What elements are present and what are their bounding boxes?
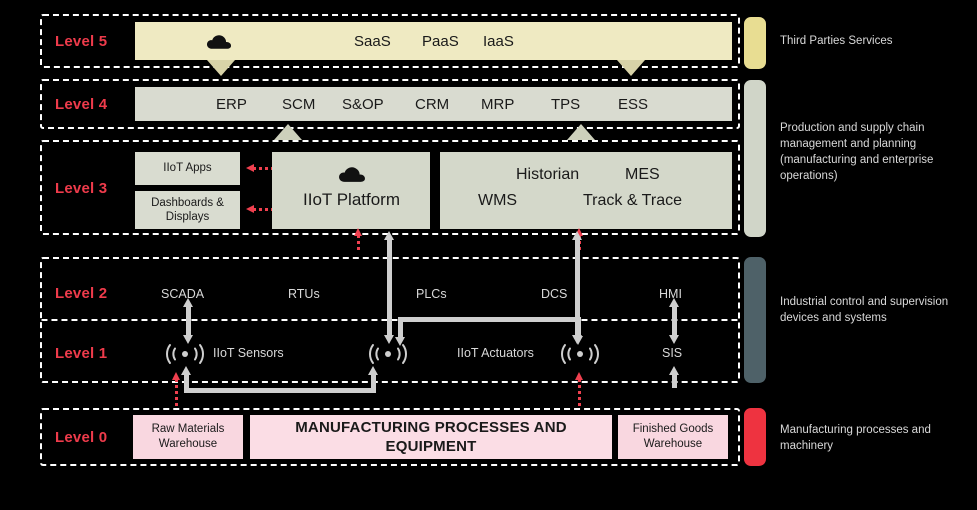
legend-swatch-third-parties: [744, 17, 766, 69]
legend-text-third-parties: Third Parties Services: [780, 35, 893, 47]
level1-item-iiot-sensors: IIoT Sensors: [213, 346, 284, 360]
level3-dashboards-box[interactable]: Dashboards & Displays: [135, 191, 240, 229]
bus2-arrow-up-left: [181, 366, 192, 382]
level3-item-historian: Historian: [516, 166, 580, 183]
level2-label: Level 2: [55, 285, 108, 302]
level4-item-tps: TPS: [551, 96, 581, 113]
legend-swatch-production: [744, 80, 766, 237]
bus-arrow-down-right: [573, 317, 584, 345]
level3-item-track-trace: Track & Trace: [583, 192, 682, 209]
legend-text-industrial-control: Industrial control and supervision devic…: [780, 296, 949, 324]
bus2-arrow-up-right: [368, 366, 379, 382]
legend-text-manufacturing: Manufacturing processes and machinery: [780, 424, 931, 452]
level4-item-ess: ESS: [618, 96, 649, 113]
flow-triangle-l4-left: [274, 124, 302, 140]
bus-segment-horizontal: [398, 317, 578, 322]
level4-item-scm: SCM: [282, 96, 316, 113]
cloud-icon-level5: [206, 35, 232, 49]
level4-item-mrp: MRP: [481, 96, 515, 113]
level1-label: Level 1: [55, 345, 108, 362]
flow-triangle-l4-right: [567, 124, 595, 140]
level0-label: Level 0: [55, 429, 108, 446]
level2-item-dcs: DCS: [541, 287, 568, 301]
flow-arrow-l0-to-l1-left: [172, 372, 181, 408]
level3-item-wms: WMS: [478, 192, 518, 209]
link-sis-down: [669, 366, 680, 388]
link-platform-sensors: [384, 231, 395, 344]
level0-manufacturing-box[interactable]: MANUFACTURING PROCESSES AND EQUIPMENT: [250, 415, 612, 459]
legend-text-production: Production and supply chain management a…: [780, 122, 934, 182]
level3-iiot-apps-box[interactable]: IIoT Apps: [135, 152, 240, 185]
level3-label: Level 3: [55, 180, 108, 197]
level3-platform-label: IIoT Platform: [303, 190, 400, 209]
level0-raw-materials-box[interactable]: Raw Materials Warehouse: [133, 415, 243, 459]
level5-item-paas: PaaS: [422, 33, 459, 50]
level5-label: Level 5: [55, 33, 108, 50]
level4-label: Level 4: [55, 96, 108, 113]
level2-item-rtus: RTUs: [288, 287, 320, 301]
level4-item-crm: CRM: [415, 96, 450, 113]
flow-triangle-l5-left: [207, 60, 235, 76]
level0-finished-goods-box[interactable]: Finished Goods Warehouse: [618, 415, 728, 459]
level1-item-iiot-actuators: IIoT Actuators: [457, 346, 534, 360]
diagram-canvas: Level 5 SaaS PaaS IaaS Level 4 ERP SCM S…: [0, 0, 977, 510]
link-scada-sensors: [183, 298, 194, 344]
level4-item-sop: S&OP: [342, 96, 384, 113]
level3-operations-box[interactable]: [440, 152, 732, 229]
wireless-signal-icon-1: [166, 344, 204, 364]
flow-arrow-l2-to-l3-left: [354, 228, 363, 252]
level5-item-iaas: IaaS: [483, 33, 514, 50]
flow-triangle-l5-right: [617, 60, 645, 76]
legend-swatch-manufacturing: [744, 408, 766, 466]
level2-item-plcs: PLCs: [416, 287, 447, 301]
bus-arrow-down-left: [395, 326, 406, 346]
level1-item-sis: SIS: [662, 346, 683, 360]
level3-item-mes: MES: [625, 166, 660, 183]
flow-arrow-l0-to-l1-right: [575, 372, 584, 408]
level4-item-erp: ERP: [216, 96, 247, 113]
legend-swatch-industrial-control: [744, 257, 766, 383]
link-hmi-sis: [669, 298, 680, 344]
bus2-segment-horizontal: [184, 388, 376, 393]
level5-item-saas: SaaS: [354, 33, 391, 50]
cloud-icon-platform: [339, 167, 365, 182]
